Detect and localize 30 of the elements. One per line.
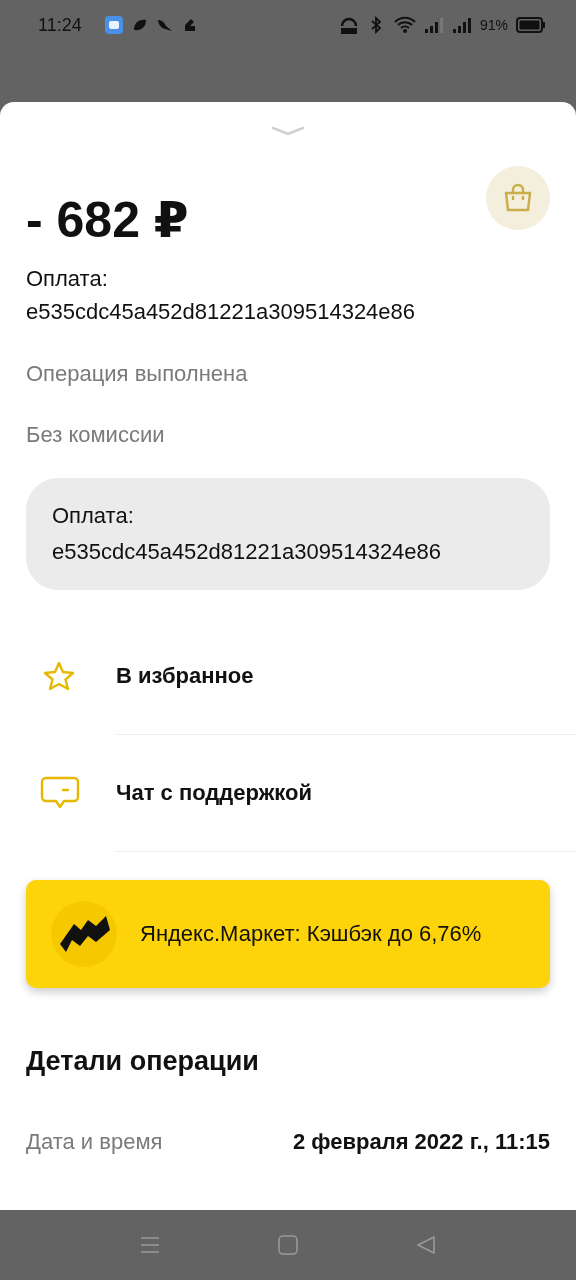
market-logo-icon (50, 900, 118, 968)
home-icon[interactable] (277, 1234, 299, 1256)
leaf-icon (131, 17, 148, 33)
section-title: Детали операции (26, 1046, 260, 1077)
detail-value: 2 февраля 2022 г., 11:15 (292, 1129, 550, 1155)
menu-icon[interactable] (139, 1234, 161, 1256)
battery-percent: 91% (479, 17, 508, 33)
support-chat-item[interactable]: Чат с поддержкой (116, 735, 576, 852)
payment-label: Оплата: (26, 265, 109, 293)
comment-label: Оплата: (52, 502, 135, 530)
signal-icon (423, 16, 444, 34)
wifi-icon (393, 16, 416, 34)
status-text: Операция выполнена (26, 360, 249, 388)
detail-label: Дата и время (26, 1129, 163, 1155)
collapse-chevron-icon[interactable] (271, 126, 305, 136)
favorite-item[interactable]: В избранное (116, 618, 576, 735)
status-text: Без комиссии (26, 421, 166, 449)
star-icon (42, 660, 76, 692)
chat-icon (40, 775, 80, 811)
app-notification-icon (103, 15, 124, 35)
payment-id: e535cdc45a452d81221a309514324e86 (26, 298, 416, 326)
back-icon[interactable] (415, 1234, 437, 1256)
battery-icon (516, 17, 546, 33)
shopping-bag-icon (502, 183, 534, 213)
amount: - 682 ₽ (26, 192, 190, 248)
promo-text: Яндекс.Маркет: Кэшбэк до 6,76% (140, 920, 482, 948)
status-time: 11:24 (38, 14, 82, 36)
promo-banner[interactable]: Яндекс.Маркет: Кэшбэк до 6,76% (26, 880, 550, 988)
comment-text: e535cdc45a452d81221a309514324e86 (52, 538, 443, 566)
signal-icon (451, 16, 472, 34)
